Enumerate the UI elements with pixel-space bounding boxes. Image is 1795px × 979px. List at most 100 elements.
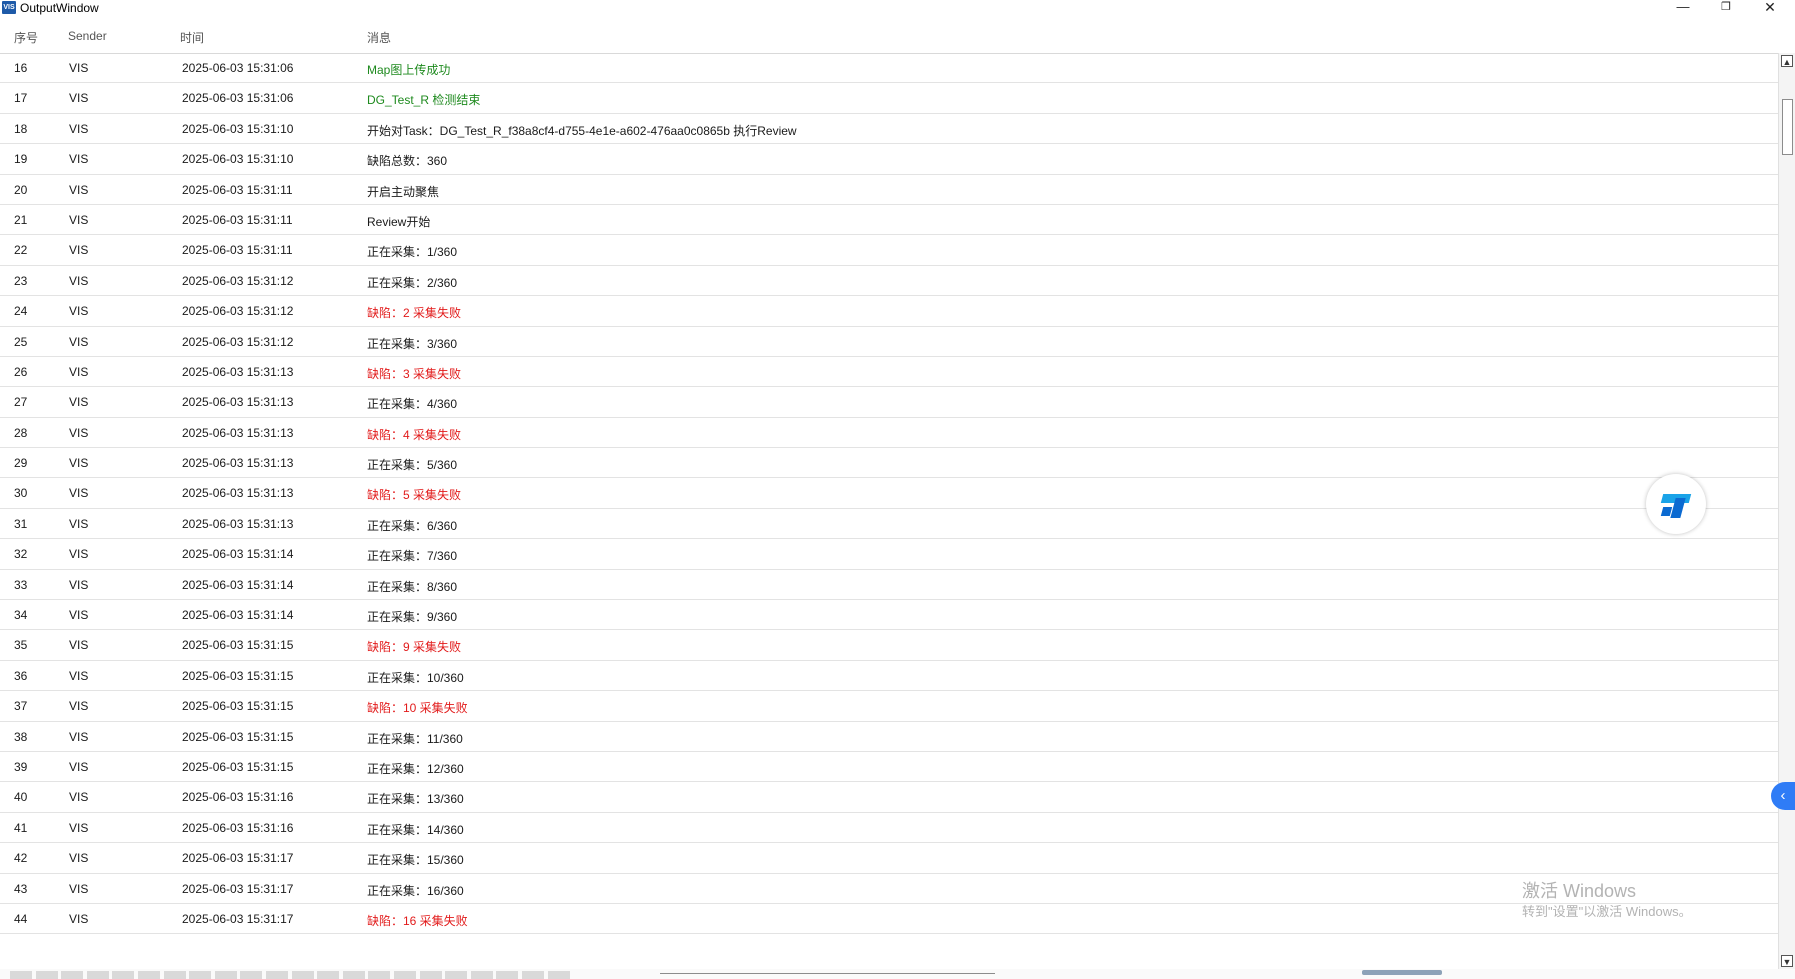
row-sender: VIS bbox=[69, 304, 89, 319]
table-header: 序号 Sender 时间 消息 bbox=[0, 22, 1778, 54]
bottom-tab-segment bbox=[291, 971, 314, 979]
row-index: 30 bbox=[14, 486, 28, 501]
window-title: OutputWindow bbox=[20, 1, 99, 15]
table-row[interactable]: 24 VIS 2025-06-03 15:31:12 缺陷：2 采集失败 bbox=[0, 296, 1778, 327]
row-index: 37 bbox=[14, 699, 28, 714]
row-index: 32 bbox=[14, 547, 28, 562]
side-panel-toggle-icon[interactable]: ‹ bbox=[1771, 782, 1795, 810]
bottom-tab-segment bbox=[522, 971, 544, 979]
row-message: 正在采集：3/360 bbox=[367, 336, 458, 351]
row-sender: VIS bbox=[69, 729, 89, 744]
title-bar: VIS OutputWindow — ❐ ✕ bbox=[0, 0, 1795, 16]
row-sender: VIS bbox=[69, 456, 89, 471]
row-message: 正在采集：5/360 bbox=[367, 458, 458, 473]
row-sender: VIS bbox=[69, 851, 89, 866]
row-time: 2025-06-03 15:31:16 bbox=[182, 790, 294, 805]
table-row[interactable]: 35 VIS 2025-06-03 15:31:15 缺陷：9 采集失败 bbox=[0, 630, 1778, 661]
row-sender: VIS bbox=[69, 759, 89, 774]
table-row[interactable]: 29 VIS 2025-06-03 15:31:13 正在采集：5/360 bbox=[0, 448, 1778, 479]
table-row[interactable]: 27 VIS 2025-06-03 15:31:13 正在采集：4/360 bbox=[0, 387, 1778, 418]
row-time: 2025-06-03 15:31:15 bbox=[182, 759, 294, 774]
scrollbar-thumb[interactable] bbox=[1782, 99, 1793, 155]
table-row[interactable]: 31 VIS 2025-06-03 15:31:13 正在采集：6/360 bbox=[0, 509, 1778, 540]
table-row[interactable]: 26 VIS 2025-06-03 15:31:13 缺陷：3 采集失败 bbox=[0, 357, 1778, 388]
table-row[interactable]: 36 VIS 2025-06-03 15:31:15 正在采集：10/360 bbox=[0, 661, 1778, 692]
vertical-scrollbar[interactable]: ▲ ▼ bbox=[1778, 53, 1795, 969]
floating-assistant-icon[interactable] bbox=[1646, 474, 1706, 534]
scroll-down-icon[interactable]: ▼ bbox=[1781, 955, 1793, 967]
row-time: 2025-06-03 15:31:13 bbox=[182, 425, 294, 440]
row-sender: VIS bbox=[69, 790, 89, 805]
row-index: 35 bbox=[14, 638, 28, 653]
table-row[interactable]: 37 VIS 2025-06-03 15:31:15 缺陷：10 采集失败 bbox=[0, 691, 1778, 722]
row-message: 正在采集：8/360 bbox=[367, 579, 458, 594]
table-row[interactable]: 30 VIS 2025-06-03 15:31:13 缺陷：5 采集失败 bbox=[0, 478, 1778, 509]
minimize-button[interactable]: — bbox=[1663, 0, 1703, 16]
table-row[interactable]: 33 VIS 2025-06-03 15:31:14 正在采集：8/360 bbox=[0, 570, 1778, 601]
row-message: 正在采集：11/360 bbox=[367, 731, 463, 746]
horizontal-scroll-thumb[interactable] bbox=[1362, 970, 1442, 975]
app-icon: VIS bbox=[2, 1, 16, 14]
table-row[interactable]: 32 VIS 2025-06-03 15:31:14 正在采集：7/360 bbox=[0, 539, 1778, 570]
row-time: 2025-06-03 15:31:17 bbox=[182, 881, 294, 896]
table-row[interactable]: 17 VIS 2025-06-03 15:31:06 DG_Test_R 检测结束 bbox=[0, 83, 1778, 114]
table-row[interactable]: 38 VIS 2025-06-03 15:31:15 正在采集：11/360 bbox=[0, 722, 1778, 752]
table-row[interactable]: 42 VIS 2025-06-03 15:31:17 正在采集：15/360 bbox=[0, 843, 1778, 874]
bottom-tab-segment bbox=[470, 971, 493, 979]
table-row[interactable]: 39 VIS 2025-06-03 15:31:15 正在采集：12/360 bbox=[0, 752, 1778, 783]
bottom-tab-segment bbox=[61, 971, 84, 979]
row-index: 16 bbox=[14, 61, 28, 75]
row-index: 43 bbox=[14, 881, 28, 896]
row-index: 31 bbox=[14, 516, 28, 531]
row-index: 38 bbox=[14, 729, 28, 744]
table-row[interactable]: 25 VIS 2025-06-03 15:31:12 正在采集：3/360 bbox=[0, 327, 1778, 357]
row-time: 2025-06-03 15:31:13 bbox=[182, 516, 294, 531]
column-header-message[interactable]: 消息 bbox=[367, 29, 391, 46]
bottom-tab-segment bbox=[266, 971, 288, 979]
row-time: 2025-06-03 15:31:15 bbox=[182, 729, 294, 744]
row-sender: VIS bbox=[69, 486, 89, 501]
close-button[interactable]: ✕ bbox=[1750, 0, 1790, 16]
bottom-tab-segment bbox=[10, 971, 32, 979]
table-row[interactable]: 16 VIS 2025-06-03 15:31:06 Map图上传成功 bbox=[0, 53, 1778, 84]
bottom-tab-segment bbox=[214, 971, 237, 979]
row-time: 2025-06-03 15:31:10 bbox=[182, 121, 294, 136]
table-row[interactable]: 40 VIS 2025-06-03 15:31:16 正在采集：13/360 bbox=[0, 782, 1778, 813]
row-sender: VIS bbox=[69, 820, 89, 835]
table-row[interactable]: 23 VIS 2025-06-03 15:31:12 正在采集：2/360 bbox=[0, 266, 1778, 297]
row-sender: VIS bbox=[69, 273, 89, 288]
bottom-tab-segment bbox=[368, 971, 391, 979]
row-time: 2025-06-03 15:31:13 bbox=[182, 395, 294, 410]
table-row[interactable]: 28 VIS 2025-06-03 15:31:13 缺陷：4 采集失败 bbox=[0, 418, 1778, 449]
row-message: 正在采集：1/360 bbox=[367, 245, 458, 260]
scroll-up-icon[interactable]: ▲ bbox=[1781, 55, 1793, 67]
row-index: 22 bbox=[14, 243, 28, 258]
table-row[interactable]: 44 VIS 2025-06-03 15:31:17 缺陷：16 采集失败 bbox=[0, 904, 1778, 935]
row-time: 2025-06-03 15:31:11 bbox=[182, 243, 293, 258]
row-message: 正在采集：13/360 bbox=[367, 792, 464, 807]
row-message: 缺陷：16 采集失败 bbox=[367, 913, 468, 928]
row-message: 缺陷：3 采集失败 bbox=[367, 366, 462, 381]
row-index: 36 bbox=[14, 668, 28, 683]
bottom-tab-segment bbox=[163, 971, 186, 979]
column-header-time[interactable]: 时间 bbox=[180, 29, 204, 46]
row-index: 34 bbox=[14, 608, 28, 623]
row-sender: VIS bbox=[69, 243, 89, 258]
row-sender: VIS bbox=[69, 61, 89, 75]
row-sender: VIS bbox=[69, 152, 89, 167]
row-index: 21 bbox=[14, 212, 28, 227]
table-row[interactable]: 18 VIS 2025-06-03 15:31:10 开始对Task：DG_Test_… bbox=[0, 114, 1778, 145]
table-row[interactable]: 34 VIS 2025-06-03 15:31:14 正在采集：9/360 bbox=[0, 600, 1778, 631]
row-time: 2025-06-03 15:31:14 bbox=[182, 577, 294, 592]
row-index: 24 bbox=[14, 304, 28, 319]
table-row[interactable]: 43 VIS 2025-06-03 15:31:17 正在采集：16/360 bbox=[0, 874, 1778, 904]
restore-button[interactable]: ❐ bbox=[1706, 0, 1746, 16]
table-row[interactable]: 22 VIS 2025-06-03 15:31:11 正在采集：1/360 bbox=[0, 235, 1778, 266]
horizontal-scrollbar[interactable] bbox=[0, 969, 1795, 979]
table-row[interactable]: 19 VIS 2025-06-03 15:31:10 缺陷总数：360 bbox=[0, 144, 1778, 175]
table-row[interactable]: 20 VIS 2025-06-03 15:31:11 开启主动聚焦 bbox=[0, 175, 1778, 205]
table-row[interactable]: 21 VIS 2025-06-03 15:31:11 Review开始 bbox=[0, 205, 1778, 236]
table-row[interactable]: 41 VIS 2025-06-03 15:31:16 正在采集：14/360 bbox=[0, 813, 1778, 844]
column-header-sender[interactable]: Sender bbox=[68, 29, 107, 43]
column-header-index[interactable]: 序号 bbox=[14, 29, 38, 46]
